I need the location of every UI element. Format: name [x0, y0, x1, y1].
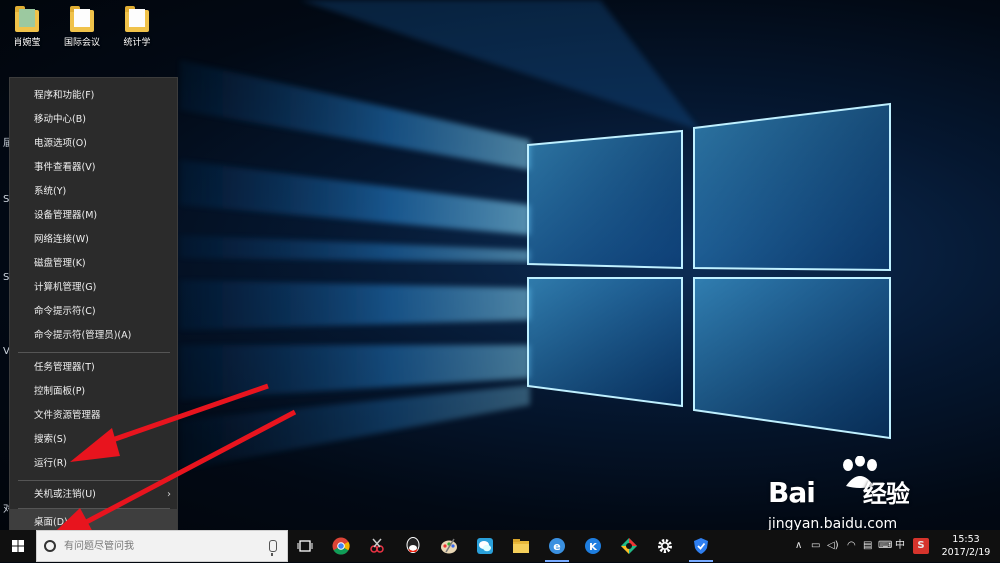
- taskbar: 有问题尽管问我 e K ∧ ▭ ◁) ◠ ▤ ⌨ 中 S 15:53 2017/…: [0, 530, 1000, 562]
- menu-item-event-viewer[interactable]: 事件查看器(V): [10, 157, 177, 179]
- menu-item-task-manager[interactable]: 任务管理器(T): [10, 357, 177, 379]
- chrome-button[interactable]: [329, 534, 353, 558]
- menu-item-run[interactable]: 运行(R): [10, 453, 177, 475]
- user-folder-icon: [15, 6, 39, 32]
- file-explorer-button[interactable]: [509, 534, 533, 558]
- battery-icon[interactable]: ▭: [811, 530, 820, 562]
- menu-item-file-explorer[interactable]: 文件资源管理器: [10, 405, 177, 427]
- microphone-icon[interactable]: [269, 540, 277, 556]
- menu-item-search[interactable]: 搜索(S): [10, 429, 177, 451]
- kugou-button[interactable]: K: [581, 534, 605, 558]
- clock-time: 15:53: [952, 534, 980, 545]
- keyboard-icon[interactable]: ⌨: [878, 530, 892, 562]
- settings-button[interactable]: [653, 534, 677, 558]
- taskbar-clock[interactable]: 15:53 2017/2/19: [938, 533, 994, 559]
- ie-icon: e: [549, 538, 565, 554]
- menu-item-network-connections[interactable]: 网络连接(W): [10, 229, 177, 251]
- menu-item-command-prompt[interactable]: 命令提示符(C): [10, 301, 177, 323]
- security-shield-icon: [694, 538, 708, 554]
- sogou-ime-icon[interactable]: S: [913, 538, 929, 554]
- menu-item-power-options[interactable]: 电源选项(O): [10, 133, 177, 155]
- watermark-brand: Bai 经验: [768, 476, 910, 509]
- desktop-icon-label: 统计学: [123, 38, 151, 48]
- cortana-icon: [44, 540, 56, 552]
- ie-browser-button[interactable]: e: [545, 534, 569, 562]
- action-center-icon[interactable]: ▤: [863, 530, 872, 562]
- menu-item-programs-features[interactable]: 程序和功能(F): [10, 85, 177, 107]
- start-button[interactable]: [0, 530, 36, 562]
- snipping-tool-button[interactable]: [365, 534, 389, 558]
- system-tray: ∧ ▭ ◁) ◠ ▤ ⌨ 中 S 15:53 2017/2/19: [795, 530, 1000, 562]
- svg-text:K: K: [589, 542, 598, 553]
- desktop-icon-label: 肖婉莹: [13, 38, 41, 48]
- qq-button[interactable]: [401, 534, 425, 558]
- chevron-right-icon: ›: [167, 489, 171, 500]
- cortana-search-box[interactable]: 有问题尽管问我: [36, 530, 288, 562]
- app-colorful-icon: [621, 538, 637, 554]
- snipping-icon: [370, 538, 384, 553]
- wechat-icon: [477, 538, 493, 554]
- folder-icon: [125, 6, 149, 32]
- menu-item-control-panel[interactable]: 控制面板(P): [10, 381, 177, 403]
- task-view-icon: [297, 540, 313, 552]
- menu-item-label: 关机或注销(U): [34, 489, 96, 500]
- paint-icon: [441, 538, 457, 554]
- colorful-app-button[interactable]: [617, 534, 641, 558]
- security-app-button[interactable]: [689, 534, 713, 562]
- menu-item-shutdown-signout[interactable]: 关机或注销(U) ›: [10, 484, 177, 506]
- desktop-icon-statistics[interactable]: 统计学: [110, 6, 164, 48]
- task-view-button[interactable]: [293, 534, 317, 558]
- menu-item-device-manager[interactable]: 设备管理器(M): [10, 205, 177, 227]
- menu-item-command-prompt-admin[interactable]: 命令提示符(管理员)(A): [10, 325, 177, 347]
- file-explorer-icon: [513, 539, 529, 553]
- menu-item-mobility-center[interactable]: 移动中心(B): [10, 109, 177, 131]
- paint-button[interactable]: [437, 534, 461, 558]
- desktop-icon-conference[interactable]: 国际会议: [55, 6, 109, 48]
- svg-text:e: e: [553, 540, 560, 553]
- winx-context-menu: 程序和功能(F) 移动中心(B) 电源选项(O) 事件查看器(V) 系统(Y) …: [9, 77, 178, 538]
- qq-icon: [406, 537, 420, 553]
- desktop-icon-user[interactable]: 肖婉莹: [0, 6, 54, 48]
- search-placeholder: 有问题尽管问我: [64, 541, 134, 552]
- folder-icon: [70, 6, 94, 32]
- windows-logo-icon: [12, 540, 24, 552]
- wechat-button[interactable]: [473, 534, 497, 558]
- chrome-icon: [332, 537, 350, 555]
- ime-language-indicator[interactable]: 中: [895, 530, 905, 562]
- chevron-up-icon[interactable]: ∧: [795, 530, 802, 562]
- kugou-icon: K: [585, 538, 601, 554]
- desktop-icon-label: 国际会议: [63, 38, 100, 48]
- menu-item-system[interactable]: 系统(Y): [10, 181, 177, 203]
- clock-date: 2017/2/19: [941, 547, 991, 558]
- menu-separator: [18, 352, 170, 353]
- volume-icon[interactable]: ◁): [827, 530, 839, 562]
- menu-item-computer-management[interactable]: 计算机管理(G): [10, 277, 177, 299]
- wifi-icon[interactable]: ◠: [847, 530, 856, 562]
- menu-separator: [18, 480, 170, 481]
- settings-icon: [658, 539, 672, 553]
- menu-item-disk-management[interactable]: 磁盘管理(K): [10, 253, 177, 275]
